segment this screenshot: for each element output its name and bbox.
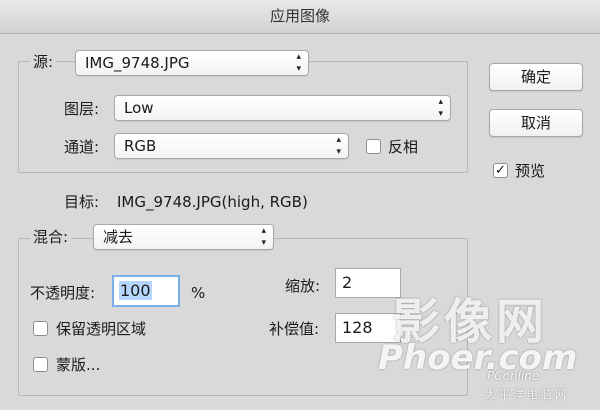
invert-checkbox[interactable] <box>366 139 381 154</box>
updown-arrows-icon: ▴ ▾ <box>336 135 341 157</box>
offset-label: 补偿值: <box>269 320 320 338</box>
opacity-input[interactable]: 100 <box>112 275 180 307</box>
offset-value: 128 <box>342 318 373 337</box>
watermark-subtitle: 太平洋电脑网 <box>485 388 569 401</box>
layer-label: 图层: <box>64 100 100 118</box>
preview-checkbox[interactable]: ✓ <box>493 163 508 178</box>
preserve-transparency-label: 保留透明区域 <box>56 320 147 338</box>
invert-label: 反相 <box>388 138 419 156</box>
opacity-value: 100 <box>119 281 152 300</box>
preserve-transparency-checkbox[interactable] <box>33 321 48 336</box>
blend-mode-value: 减去 <box>103 228 134 246</box>
source-file-value: IMG_9748.JPG <box>85 54 190 72</box>
source-file-select[interactable]: IMG_9748.JPG ▴ ▾ <box>75 50 309 76</box>
preview-label: 预览 <box>515 162 546 180</box>
scale-label: 缩放: <box>285 277 321 295</box>
watermark-brand: PConline <box>487 369 540 383</box>
blending-label: 混合: <box>30 227 72 247</box>
title-bar: 应用图像 <box>0 0 600 34</box>
checkmark-icon: ✓ <box>495 163 506 178</box>
opacity-percent: % <box>191 284 206 302</box>
blend-mode-select[interactable]: 减去 ▴ ▾ <box>93 224 274 250</box>
layer-select[interactable]: Low ▴ ▾ <box>114 95 451 121</box>
scale-value: 2 <box>342 273 353 292</box>
source-label: 源: <box>30 52 57 72</box>
cancel-button-label: 取消 <box>520 114 551 132</box>
watermark-site: Phoer.com <box>378 338 578 378</box>
channel-select[interactable]: RGB ▴ ▾ <box>114 133 349 159</box>
opacity-label: 不透明度: <box>30 284 96 302</box>
updown-arrows-icon: ▴ ▾ <box>261 226 266 248</box>
updown-arrows-icon: ▴ ▾ <box>438 97 443 119</box>
ok-button-label: 确定 <box>520 68 551 86</box>
mask-label: 蒙版... <box>56 356 101 374</box>
channel-label: 通道: <box>64 138 100 156</box>
channel-value: RGB <box>124 137 157 155</box>
layer-value: Low <box>124 99 154 117</box>
window-title: 应用图像 <box>269 7 330 25</box>
target-value: IMG_9748.JPG(high, RGB) <box>117 193 308 211</box>
updown-arrows-icon: ▴ ▾ <box>296 52 301 74</box>
target-label: 目标: <box>64 193 100 211</box>
cancel-button[interactable]: 取消 <box>489 109 583 137</box>
ok-button[interactable]: 确定 <box>489 63 583 91</box>
mask-checkbox[interactable] <box>33 357 48 372</box>
